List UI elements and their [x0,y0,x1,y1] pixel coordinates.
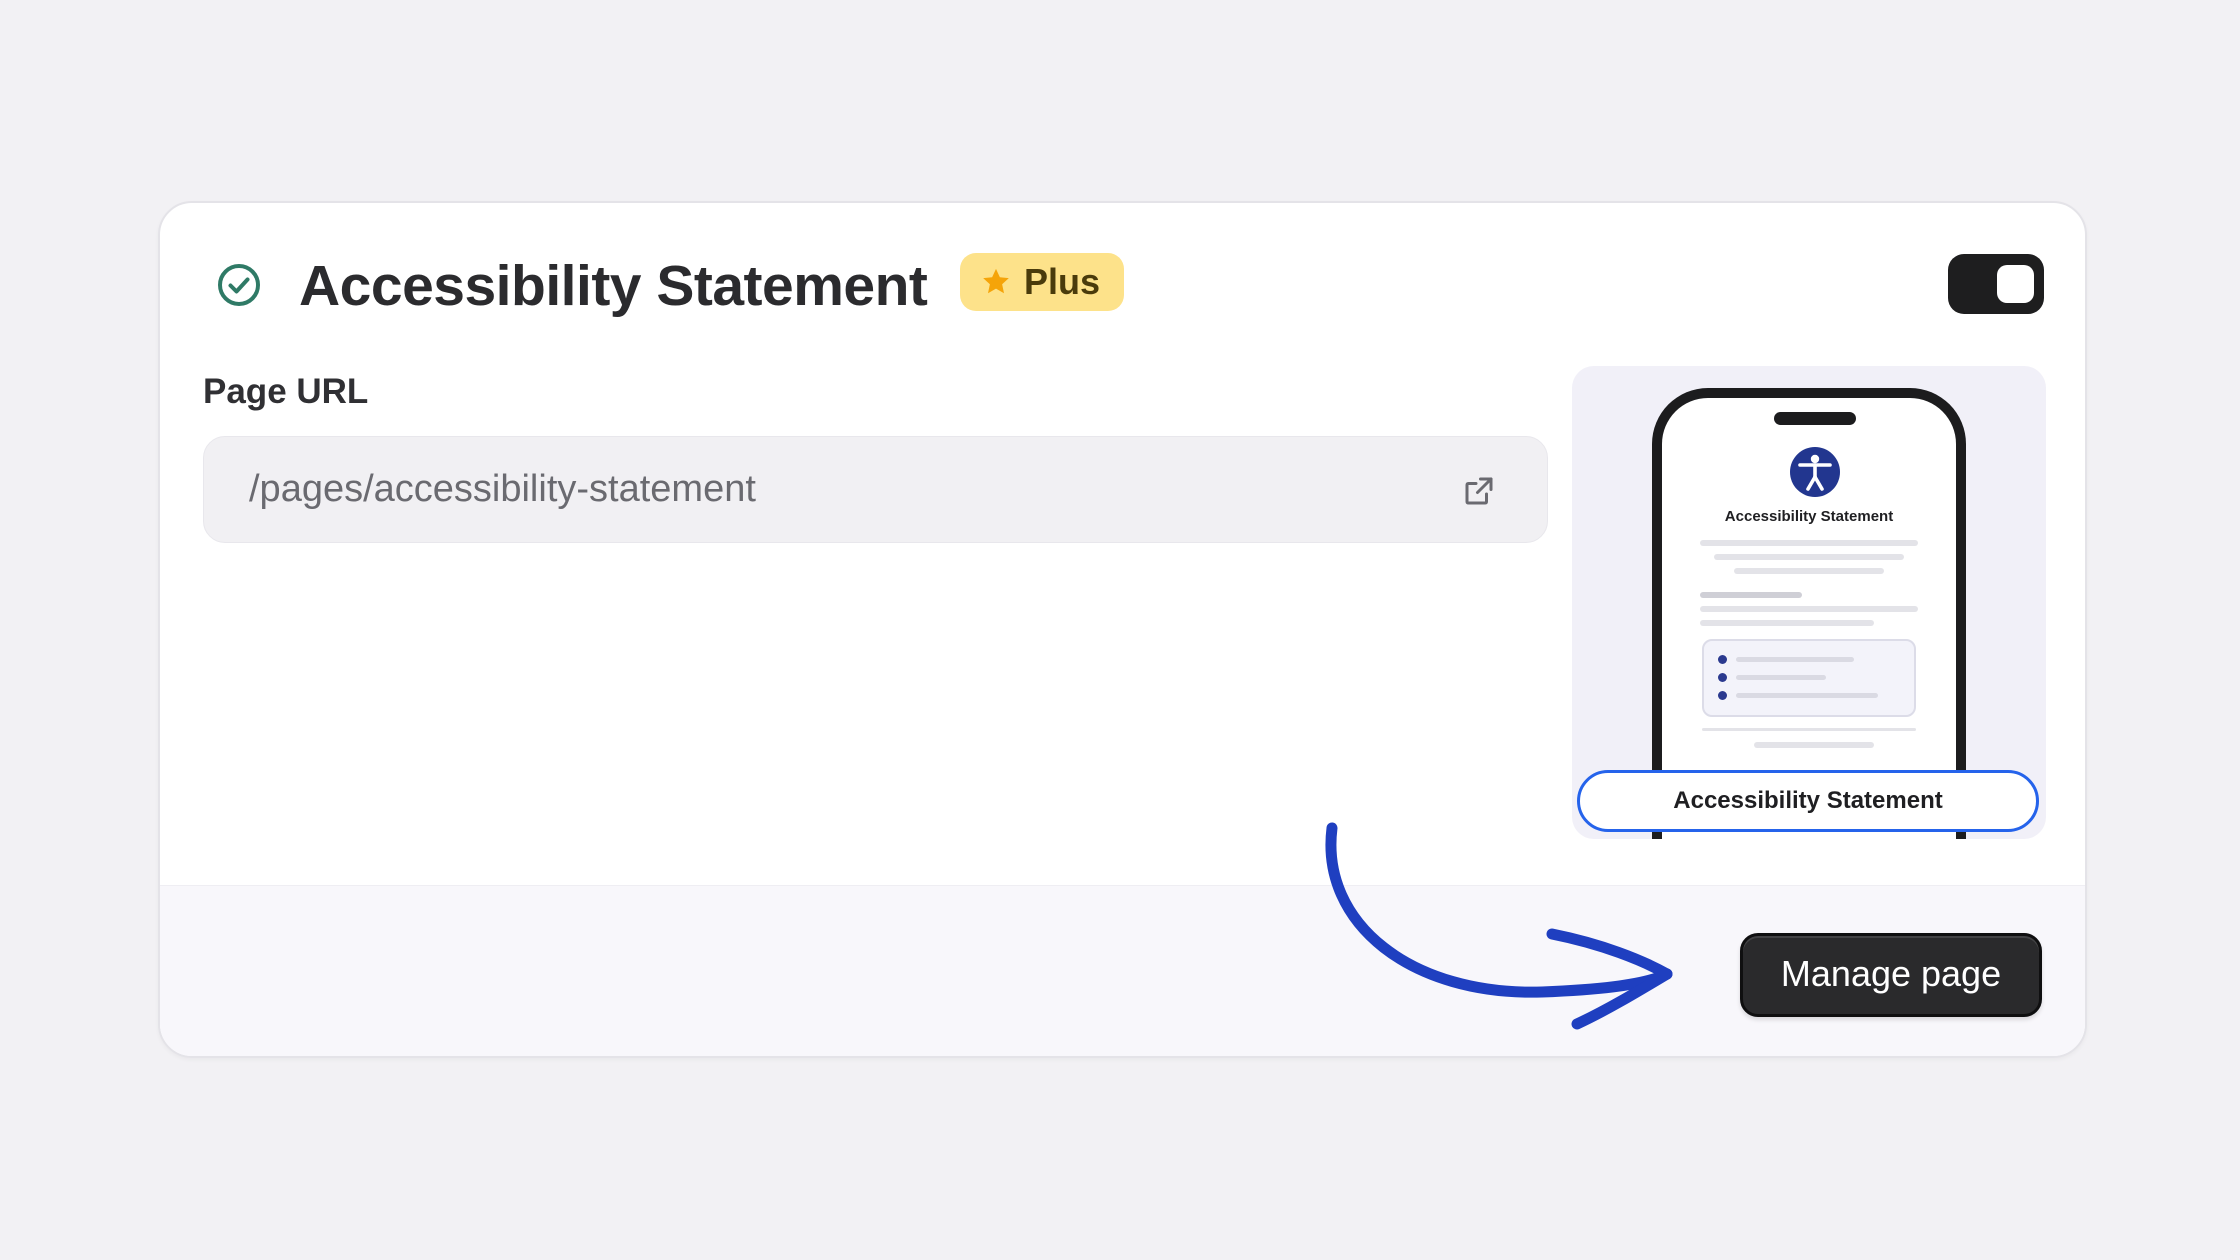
bullet [1718,673,1727,682]
feature-card: Accessibility Statement Plus Page URL /p… [158,201,2087,1058]
text-line [1734,568,1884,574]
phone-bullet-list [1702,639,1916,717]
bullet-text-line [1736,675,1826,680]
page-url-field[interactable]: /pages/accessibility-statement [203,436,1548,543]
accessibility-person-icon [1790,447,1840,497]
toggle-knob [1997,265,2034,303]
check-circle-icon [218,264,260,306]
heading-line [1700,592,1802,598]
text-line [1700,620,1874,626]
text-line [1754,742,1874,748]
enable-toggle[interactable] [1948,254,2044,314]
page-url-value: /pages/accessibility-statement [249,468,756,510]
text-line [1700,606,1918,612]
page-title: Accessibility Statement [299,254,928,318]
curved-arrow-icon [1325,822,1673,1030]
divider [1702,728,1916,731]
text-line [1714,554,1904,560]
bullet [1718,691,1727,700]
badge-label: Plus [1024,261,1101,302]
bullet-text-line [1736,657,1854,662]
bullet-text-line [1736,693,1878,698]
plus-badge: Plus [960,253,1125,311]
page-preview: Accessibility Statement Accessibility St… [1572,366,2046,839]
phone-notch [1774,412,1856,425]
external-link-icon[interactable] [1461,473,1497,509]
bullet [1718,655,1727,664]
text-line [1700,540,1918,546]
page-url-label: Page URL [203,372,369,411]
manage-page-button[interactable]: Manage page [1740,933,2042,1017]
star-icon [983,268,1009,294]
phone-page-title: Accessibility Statement [1724,508,1894,525]
